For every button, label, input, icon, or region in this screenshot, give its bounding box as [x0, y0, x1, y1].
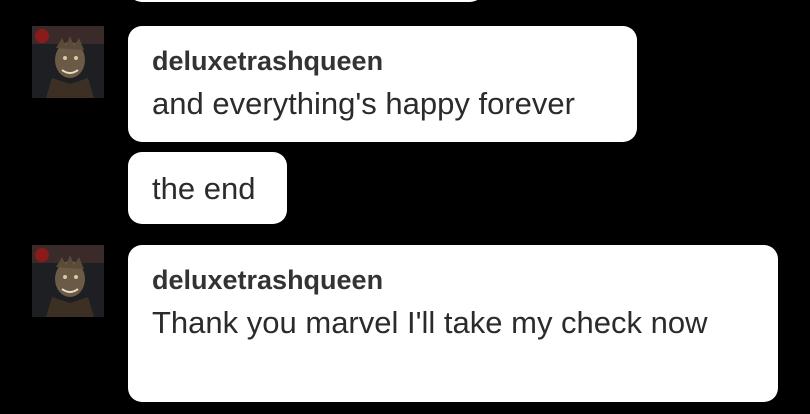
- message-username[interactable]: deluxetrashqueen: [152, 46, 613, 77]
- user-avatar-icon: [32, 245, 104, 317]
- avatar[interactable]: [32, 26, 104, 98]
- message-text: and everything's happy forever: [152, 86, 575, 121]
- user-avatar-icon: [32, 26, 104, 98]
- chat-screen: { "messages": [ {"text": ""}, {"username…: [0, 0, 810, 414]
- message-username[interactable]: deluxetrashqueen: [152, 265, 754, 296]
- message-bubble[interactable]: deluxetrashqueen Thank you marvel I'll t…: [128, 245, 778, 402]
- avatar[interactable]: [32, 245, 104, 317]
- message-bubble[interactable]: deluxetrashqueen and everything's happy …: [128, 26, 637, 142]
- message-bubble[interactable]: the end: [128, 152, 287, 224]
- message-text: the end: [152, 171, 256, 206]
- message-text: Thank you marvel I'll take my check now: [152, 305, 708, 340]
- message-bubble-partial[interactable]: [128, 0, 484, 2]
